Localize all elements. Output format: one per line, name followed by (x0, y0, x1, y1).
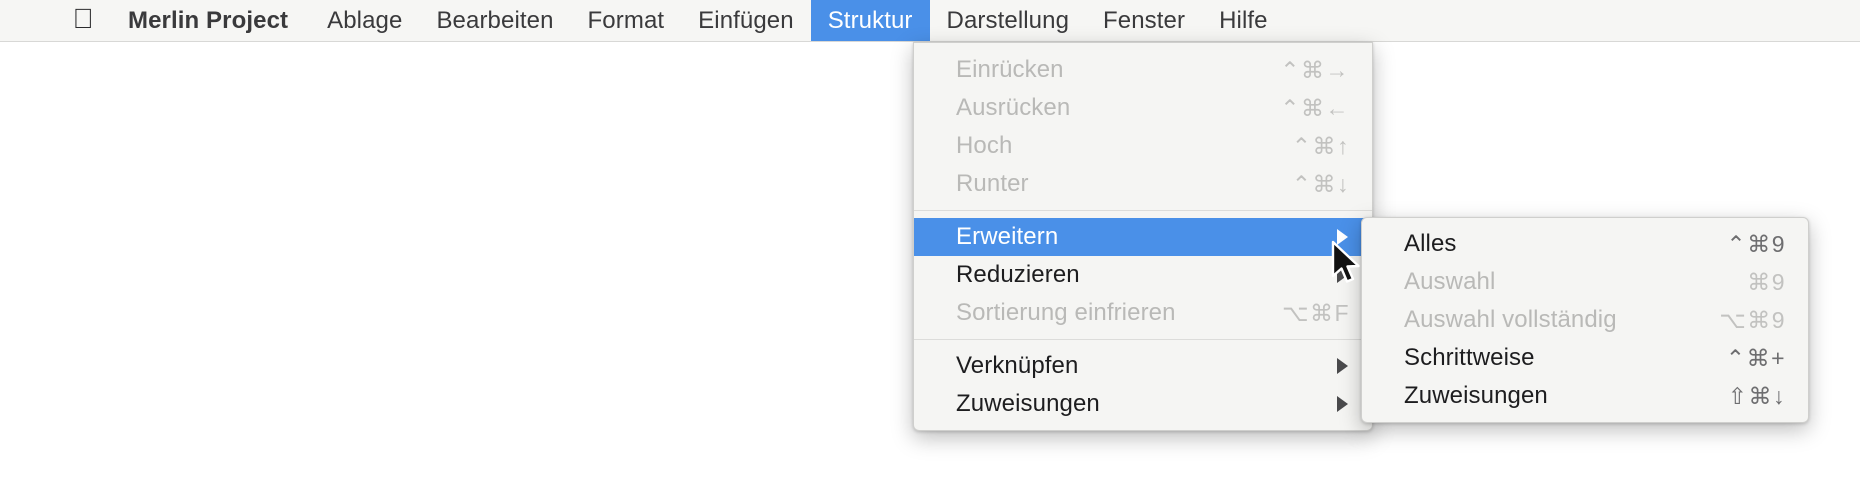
menu-item-reduzieren[interactable]: Reduzieren (914, 256, 1372, 294)
erweitern-submenu: Alles ⌃⌘9 Auswahl ⌘9 Auswahl vollständig ⌥⌘9 S… (1361, 217, 1809, 423)
menu-item-sortierung-einfrieren: Sortierung einfrieren ⌥⌘F (914, 294, 1372, 332)
submenu-chevron-right-icon (1337, 358, 1348, 374)
menu-item-hoch: Hoch ⌃⌘↑ (914, 127, 1372, 165)
screen:  Merlin ProjectAblageBearbeitenFormatEi… (0, 0, 1860, 500)
menu-item-label: Verknüpfen (956, 352, 1079, 379)
menu-item-shortcut: ⌃⌘9 (1726, 230, 1786, 257)
submenu-chevron-right-icon (1337, 267, 1348, 283)
menubar-item-bearbeiten[interactable]: Bearbeiten (419, 0, 570, 41)
menu-item-shortcut: ⌃⌘← (1280, 94, 1350, 121)
menu-item-shortcut: ⇧⌘↓ (1727, 382, 1786, 409)
menubar-item-hilfe[interactable]: Hilfe (1202, 0, 1285, 41)
menu-item-auswahl-vollständig: Auswahl vollständig ⌥⌘9 (1362, 301, 1808, 339)
menu-item-label: Alles (1404, 230, 1457, 257)
menu-item-ausrücken: Ausrücken ⌃⌘← (914, 89, 1372, 127)
menu-separator (914, 339, 1372, 340)
submenu-chevron-right-icon (1337, 396, 1348, 412)
menubar-item-struktur[interactable]: Struktur (810, 0, 930, 41)
menu-item-erweitern[interactable]: Erweitern (914, 218, 1372, 256)
menu-item-label: Erweitern (956, 223, 1059, 250)
menu-separator (914, 210, 1372, 211)
menu-item-label: Schrittweise (1404, 344, 1535, 371)
menu-item-schrittweise[interactable]: Schrittweise ⌃⌘+ (1362, 339, 1808, 377)
menu-item-label: Ausrücken (956, 94, 1071, 121)
menubar-item-darstellung[interactable]: Darstellung (930, 0, 1087, 41)
menu-item-runter: Runter ⌃⌘↓ (914, 165, 1372, 203)
menu-item-label: Auswahl (1404, 268, 1496, 295)
menu-bar:  Merlin ProjectAblageBearbeitenFormatEi… (0, 0, 1860, 42)
menu-item-shortcut: ⌘9 (1747, 268, 1786, 295)
menu-item-label: Runter (956, 170, 1029, 197)
menu-item-verknüpfen[interactable]: Verknüpfen (914, 347, 1372, 385)
menubar-item-ablage[interactable]: Ablage (310, 0, 419, 41)
menu-item-shortcut: ⌥⌘F (1281, 299, 1350, 326)
menu-item-label: Hoch (956, 132, 1013, 159)
menu-item-label: Einrücken (956, 56, 1064, 83)
menu-item-alles[interactable]: Alles ⌃⌘9 (1362, 225, 1808, 263)
struktur-dropdown-menu: Einrücken ⌃⌘→ Ausrücken ⌃⌘← Hoch ⌃⌘↑ Runter ⌃⌘↓… (913, 42, 1373, 431)
apple-logo-icon[interactable]:  (60, 0, 106, 41)
menu-item-shortcut: ⌃⌘↓ (1291, 170, 1350, 197)
menubar-item-merlin-project[interactable]: Merlin Project (106, 0, 310, 41)
menu-item-shortcut: ⌃⌘↑ (1291, 132, 1350, 159)
menubar-item-fenster[interactable]: Fenster (1086, 0, 1202, 41)
menu-item-label: Auswahl vollständig (1404, 306, 1617, 333)
menubar-item-einfügen[interactable]: Einfügen (681, 0, 811, 41)
menu-item-label: Zuweisungen (1404, 382, 1548, 409)
menubar-item-format[interactable]: Format (571, 0, 682, 41)
menu-item-shortcut: ⌃⌘→ (1280, 56, 1350, 83)
menu-item-einrücken: Einrücken ⌃⌘→ (914, 51, 1372, 89)
menu-item-zuweisungen[interactable]: Zuweisungen ⇧⌘↓ (1362, 377, 1808, 415)
menu-item-label: Zuweisungen (956, 390, 1100, 417)
submenu-chevron-right-icon (1337, 229, 1348, 245)
menu-item-shortcut: ⌃⌘+ (1725, 344, 1786, 371)
menu-item-auswahl: Auswahl ⌘9 (1362, 263, 1808, 301)
menu-item-shortcut: ⌥⌘9 (1719, 306, 1786, 333)
menu-item-label: Reduzieren (956, 261, 1080, 288)
menu-item-label: Sortierung einfrieren (956, 299, 1176, 326)
menu-item-zuweisungen[interactable]: Zuweisungen (914, 385, 1372, 423)
